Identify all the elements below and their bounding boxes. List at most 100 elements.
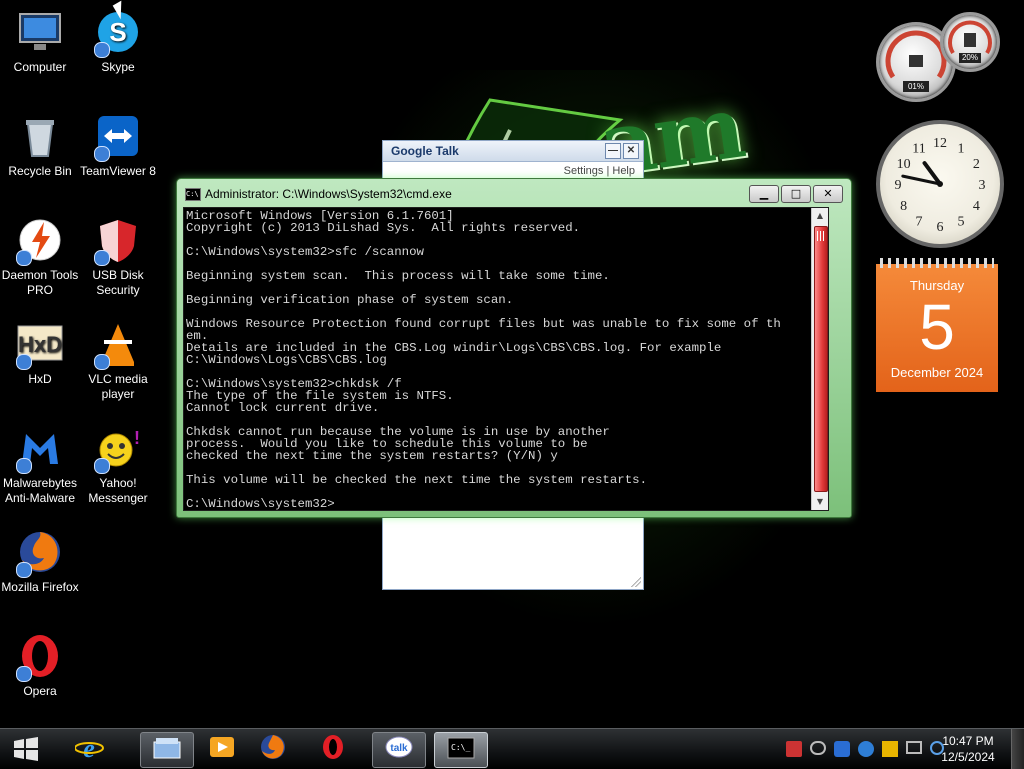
- cmd-icon: C:\_: [446, 734, 476, 766]
- desktop-icon-firefox[interactable]: Mozilla Firefox: [0, 528, 80, 595]
- scroll-grip-icon: [817, 231, 825, 241]
- uac-shield-icon: [16, 354, 32, 370]
- desktop-icon-computer[interactable]: Computer: [0, 8, 80, 75]
- vertical-scrollbar[interactable]: ▲ ▼: [811, 208, 828, 510]
- computer-icon: [16, 8, 64, 56]
- taskbar-button-cmd[interactable]: C:\_: [434, 732, 488, 768]
- security-tray-icon[interactable]: [882, 741, 898, 757]
- bluetooth-tray-icon[interactable]: [834, 741, 850, 757]
- cmd-window[interactable]: C:\ Administrator: C:\Windows\System32\c…: [176, 178, 852, 518]
- desktop-icon-label: Yahoo! Messenger: [88, 476, 148, 505]
- svg-text:e: e: [83, 734, 95, 761]
- desktop-icon-hxd[interactable]: HxD HxD: [0, 320, 80, 387]
- uac-shield-icon: [16, 562, 32, 578]
- cmd-title: Administrator: C:\Windows\System32\cmd.e…: [205, 187, 452, 201]
- scroll-thumb[interactable]: [814, 226, 828, 492]
- desktop-icon-opera[interactable]: Opera: [0, 632, 80, 699]
- console-output[interactable]: Microsoft Windows [Version 6.1.7601] Cop…: [184, 208, 828, 510]
- clock-gadget[interactable]: 1 2 3 4 5 6 7 8 9 10 11 12: [876, 120, 1004, 248]
- media-player-icon: [207, 733, 237, 765]
- uac-shield-icon: [16, 458, 32, 474]
- taskbar: e talk C:\_ 10:47 PM 12/5/2024: [0, 728, 1024, 769]
- scroll-down-arrow-icon[interactable]: ▼: [812, 494, 828, 510]
- maximize-button[interactable]: □: [781, 185, 811, 203]
- taskbar-button-opera[interactable]: [308, 732, 360, 766]
- desktop-icon-daemon-tools[interactable]: Daemon Tools PRO: [0, 216, 80, 298]
- scroll-track[interactable]: [814, 226, 828, 492]
- clock-numeral: 9: [895, 178, 902, 193]
- svg-text:talk: talk: [390, 743, 408, 754]
- taskbar-button-firefox[interactable]: [248, 732, 300, 766]
- desktop-icon-label: Computer: [13, 60, 67, 74]
- taskbar-button-internet-explorer[interactable]: e: [64, 732, 116, 766]
- google-talk-minimize-button[interactable]: —: [605, 143, 621, 159]
- desktop-icon-label: Skype: [101, 60, 135, 74]
- firefox-icon: [259, 733, 289, 765]
- start-button[interactable]: [6, 733, 46, 765]
- taskbar-clock[interactable]: 10:47 PM 12/5/2024: [930, 733, 1006, 765]
- desktop-icon-label: TeamViewer 8: [80, 164, 156, 178]
- google-talk-close-button[interactable]: ✕: [623, 143, 639, 159]
- uac-shield-icon: [16, 666, 32, 682]
- yahoo-messenger-icon: !: [94, 424, 142, 474]
- desktop-icon-yahoo-messenger[interactable]: ! Yahoo! Messenger: [78, 424, 158, 506]
- ram-percent: 20%: [959, 53, 981, 63]
- teamviewer-icon: [94, 112, 142, 162]
- usb-security-tray-icon[interactable]: [786, 741, 802, 757]
- taskbar-button-media-player[interactable]: [196, 732, 248, 766]
- clock-numeral: 1: [958, 142, 965, 157]
- clock-numeral: 2: [973, 157, 980, 172]
- clock-numeral: 7: [916, 214, 923, 229]
- clock-numeral: 6: [937, 220, 944, 235]
- svg-text:!: !: [134, 428, 140, 448]
- clock-numeral: 10: [897, 157, 911, 172]
- cmd-window-icon: C:\: [185, 188, 201, 201]
- google-talk-title: Google Talk: [391, 144, 459, 158]
- clock-face-icon: 1234567891011 12: [895, 136, 986, 235]
- resize-grip-icon[interactable]: [631, 577, 641, 587]
- chat-tray-icon[interactable]: [810, 741, 826, 755]
- show-desktop-button[interactable]: [1011, 729, 1024, 769]
- taskbar-button-windows-explorer[interactable]: [140, 732, 194, 768]
- calendar-rings: [880, 258, 994, 268]
- ram-meter-gadget[interactable]: 20%: [940, 12, 1000, 72]
- google-talk-links[interactable]: Settings | Help: [564, 165, 635, 177]
- clock-numeral: 3: [979, 178, 986, 193]
- desktop-icon-teamviewer[interactable]: TeamViewer 8: [78, 112, 158, 179]
- desktop-icon-usb-disk-security[interactable]: USB Disk Security: [78, 216, 158, 298]
- google-talk-icon: talk: [384, 734, 414, 766]
- console-area[interactable]: Microsoft Windows [Version 6.1.7601] Cop…: [183, 207, 829, 511]
- hxd-icon: HxD: [16, 320, 64, 370]
- desktop-icon-label: Daemon Tools PRO: [1, 268, 79, 297]
- opera-icon: [319, 733, 349, 765]
- daemon-tray-icon[interactable]: [858, 741, 874, 757]
- malwarebytes-icon: [16, 424, 64, 474]
- minimize-button[interactable]: ▁: [749, 185, 779, 203]
- cmd-titlebar[interactable]: C:\ Administrator: C:\Windows\System32\c…: [183, 183, 765, 205]
- calendar-gadget[interactable]: Thursday 5 December 2024: [876, 258, 998, 392]
- desktop-icon-skype[interactable]: S Skype: [78, 8, 158, 75]
- clock-numeral: 4: [973, 199, 980, 214]
- google-talk-titlebar[interactable]: Google Talk — ✕: [383, 141, 643, 162]
- clock-numeral: 11: [912, 142, 925, 157]
- desktop-icon-label: Opera: [23, 684, 57, 698]
- desktop-icon-label: Mozilla Firefox: [1, 580, 79, 594]
- uac-shield-icon: [94, 458, 110, 474]
- windows-logo-icon: [14, 737, 38, 761]
- uac-shield-icon: [16, 250, 32, 266]
- desktop-icon-label: USB Disk Security: [92, 268, 144, 297]
- taskbar-date: 12/5/2024: [941, 750, 995, 764]
- desktop-icon-malwarebytes[interactable]: Malwarebytes Anti-Malware: [0, 424, 80, 506]
- network-tray-icon[interactable]: [906, 741, 922, 754]
- desktop-icon-vlc[interactable]: VLC media player: [78, 320, 158, 402]
- firefox-icon: [16, 528, 64, 578]
- daemon-tools-icon: [16, 216, 64, 266]
- taskbar-time: 10:47 PM: [942, 734, 994, 748]
- uac-shield-icon: [94, 146, 110, 162]
- cpu-percent: 01%: [903, 81, 929, 92]
- clock-numeral: 8: [900, 199, 907, 214]
- close-button[interactable]: ✕: [813, 185, 843, 203]
- desktop-icon-recycle-bin[interactable]: Recycle Bin: [0, 112, 80, 179]
- scroll-up-arrow-icon[interactable]: ▲: [812, 208, 828, 224]
- taskbar-button-google-talk[interactable]: talk: [372, 732, 426, 768]
